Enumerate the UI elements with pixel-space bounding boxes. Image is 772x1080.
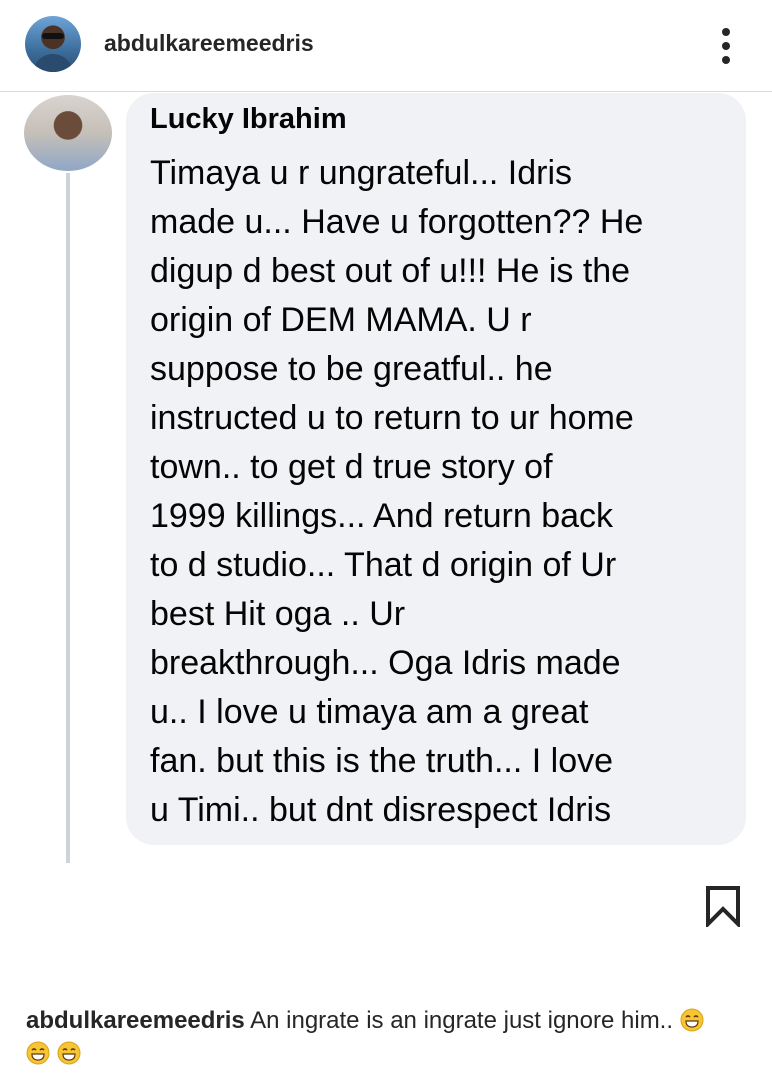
post-image: Lucky Ibrahim Timaya u r ungrateful... I… <box>0 93 772 880</box>
grinning-face-emoji-icon <box>57 1041 81 1065</box>
more-vertical-icon[interactable] <box>716 26 736 66</box>
caption-text: An ingrate is an ingrate just ignore him… <box>250 1007 674 1034</box>
avatar[interactable] <box>25 16 81 72</box>
comment-author: Lucky Ibrahim <box>150 103 347 135</box>
caption: abdulkareemeedris An ingrate is an ingra… <box>26 1004 756 1070</box>
comment-avatar <box>24 95 112 171</box>
comment-bubble: Lucky Ibrahim Timaya u r ungrateful... I… <box>126 93 746 845</box>
sunglasses-icon <box>42 33 64 39</box>
avatar-shirt <box>33 54 73 72</box>
post-username[interactable]: abdulkareemeedris <box>104 30 314 57</box>
comment-text: Timaya u r ungrateful... Idris made u...… <box>150 154 644 829</box>
grinning-face-emoji-icon <box>680 1008 704 1032</box>
post-header: abdulkareemeedris <box>0 0 772 92</box>
caption-username[interactable]: abdulkareemeedris <box>26 1007 245 1034</box>
bookmark-icon[interactable] <box>704 885 742 927</box>
grinning-face-emoji-icon <box>26 1041 50 1065</box>
thread-line <box>66 173 70 863</box>
